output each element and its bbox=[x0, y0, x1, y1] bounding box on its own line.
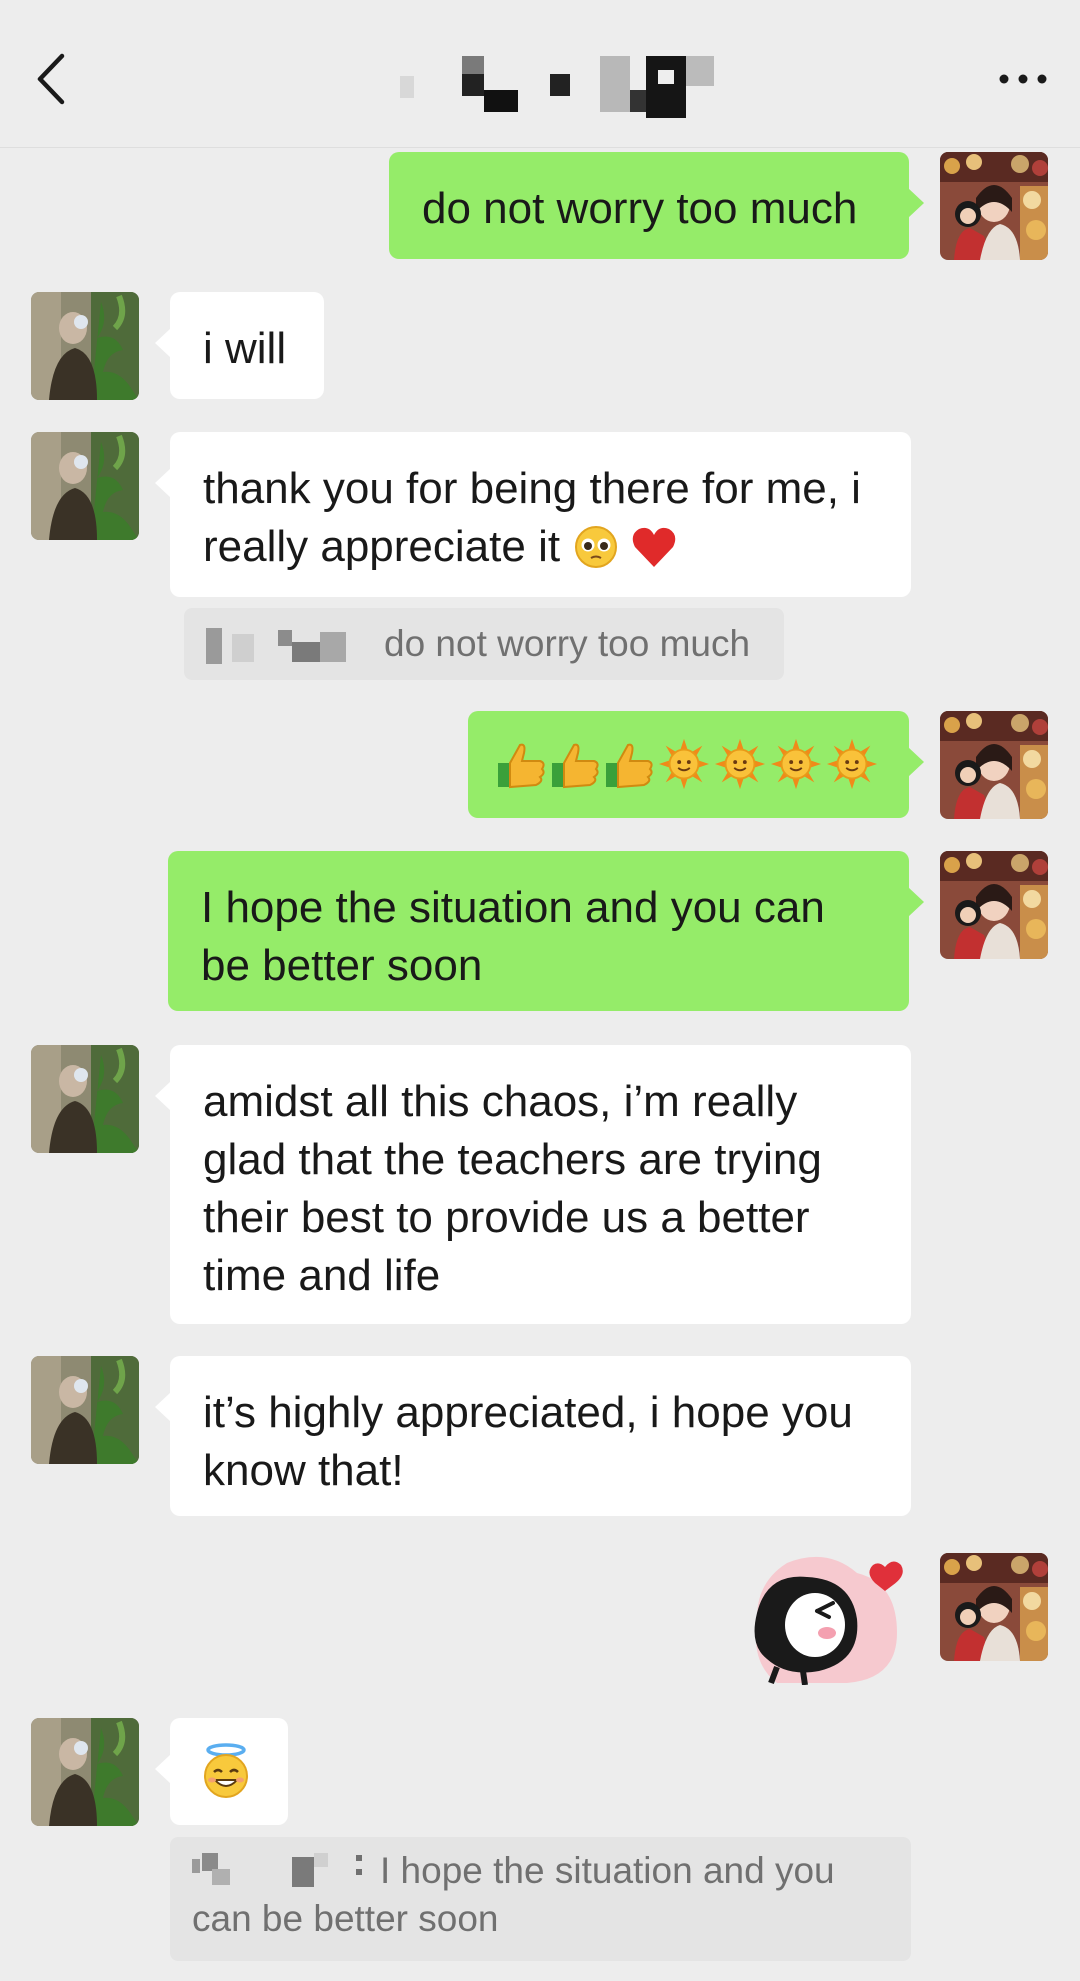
sent-message-bubble[interactable]: I hope the situation and you can be bett… bbox=[168, 851, 924, 1011]
emoji-sequence bbox=[494, 737, 883, 791]
my-avatar[interactable] bbox=[940, 851, 1048, 959]
sent-message-bubble[interactable] bbox=[468, 711, 924, 818]
back-button[interactable] bbox=[30, 50, 80, 108]
received-message-bubble[interactable]: it’s highly appreciated, i hope you know… bbox=[155, 1356, 911, 1516]
pleading-face-emoji bbox=[575, 526, 618, 568]
contact-avatar[interactable] bbox=[31, 1045, 139, 1153]
message-text: do not worry too much bbox=[422, 184, 858, 233]
received-message-bubble[interactable]: thank you for being there for me, i real… bbox=[155, 432, 911, 597]
quoted-reply[interactable]: do not worry too much bbox=[184, 608, 784, 680]
received-message-bubble[interactable] bbox=[155, 1718, 288, 1825]
message-text: i will bbox=[203, 324, 287, 373]
red-heart-emoji bbox=[632, 527, 675, 567]
thumbs-up-emoji bbox=[606, 743, 653, 789]
my-avatar[interactable] bbox=[940, 711, 1048, 819]
smiling-face-with-halo-emoji bbox=[204, 1743, 248, 1798]
ellipsis-icon bbox=[999, 74, 1047, 84]
contact-avatar[interactable] bbox=[31, 1718, 139, 1826]
my-avatar[interactable] bbox=[940, 152, 1048, 260]
thumbs-up-emoji bbox=[552, 743, 599, 789]
sent-message-bubble[interactable]: do not worry too much bbox=[389, 152, 924, 259]
quoted-reply[interactable]: I hope the situation and you can be bett… bbox=[170, 1837, 911, 1961]
quoted-text: do not worry too much bbox=[384, 623, 751, 664]
sun-emoji bbox=[714, 738, 766, 790]
sun-emoji bbox=[826, 738, 878, 790]
chat-title bbox=[0, 0, 1, 1]
message-text: I hope the situation and you can be bett… bbox=[201, 883, 825, 990]
received-message-bubble[interactable]: amidst all this chaos, i’m really glad t… bbox=[155, 1045, 911, 1324]
contact-avatar[interactable] bbox=[31, 1356, 139, 1464]
contact-avatar[interactable] bbox=[31, 292, 139, 400]
more-options-button[interactable] bbox=[988, 56, 1058, 102]
message-text: amidst all this chaos, i’m really glad t… bbox=[203, 1077, 822, 1300]
sun-emoji bbox=[770, 738, 822, 790]
pixelated-sender-name bbox=[206, 628, 346, 664]
message-text: it’s highly appreciated, i hope you know… bbox=[203, 1388, 853, 1495]
thumbs-up-emoji bbox=[498, 743, 545, 789]
chat-header bbox=[0, 0, 1080, 148]
sun-emoji bbox=[658, 738, 710, 790]
pixelated-sender-name bbox=[192, 1853, 362, 1887]
contact-avatar[interactable] bbox=[31, 432, 139, 540]
my-avatar[interactable] bbox=[940, 1553, 1048, 1661]
chevron-left-icon bbox=[37, 53, 65, 105]
bird-kiss-heart-sticker[interactable] bbox=[747, 1553, 909, 1685]
pixelated-chat-title bbox=[400, 56, 714, 118]
received-message-bubble[interactable]: i will bbox=[155, 292, 324, 399]
message-text: thank you for being there for me, i real… bbox=[203, 464, 861, 571]
